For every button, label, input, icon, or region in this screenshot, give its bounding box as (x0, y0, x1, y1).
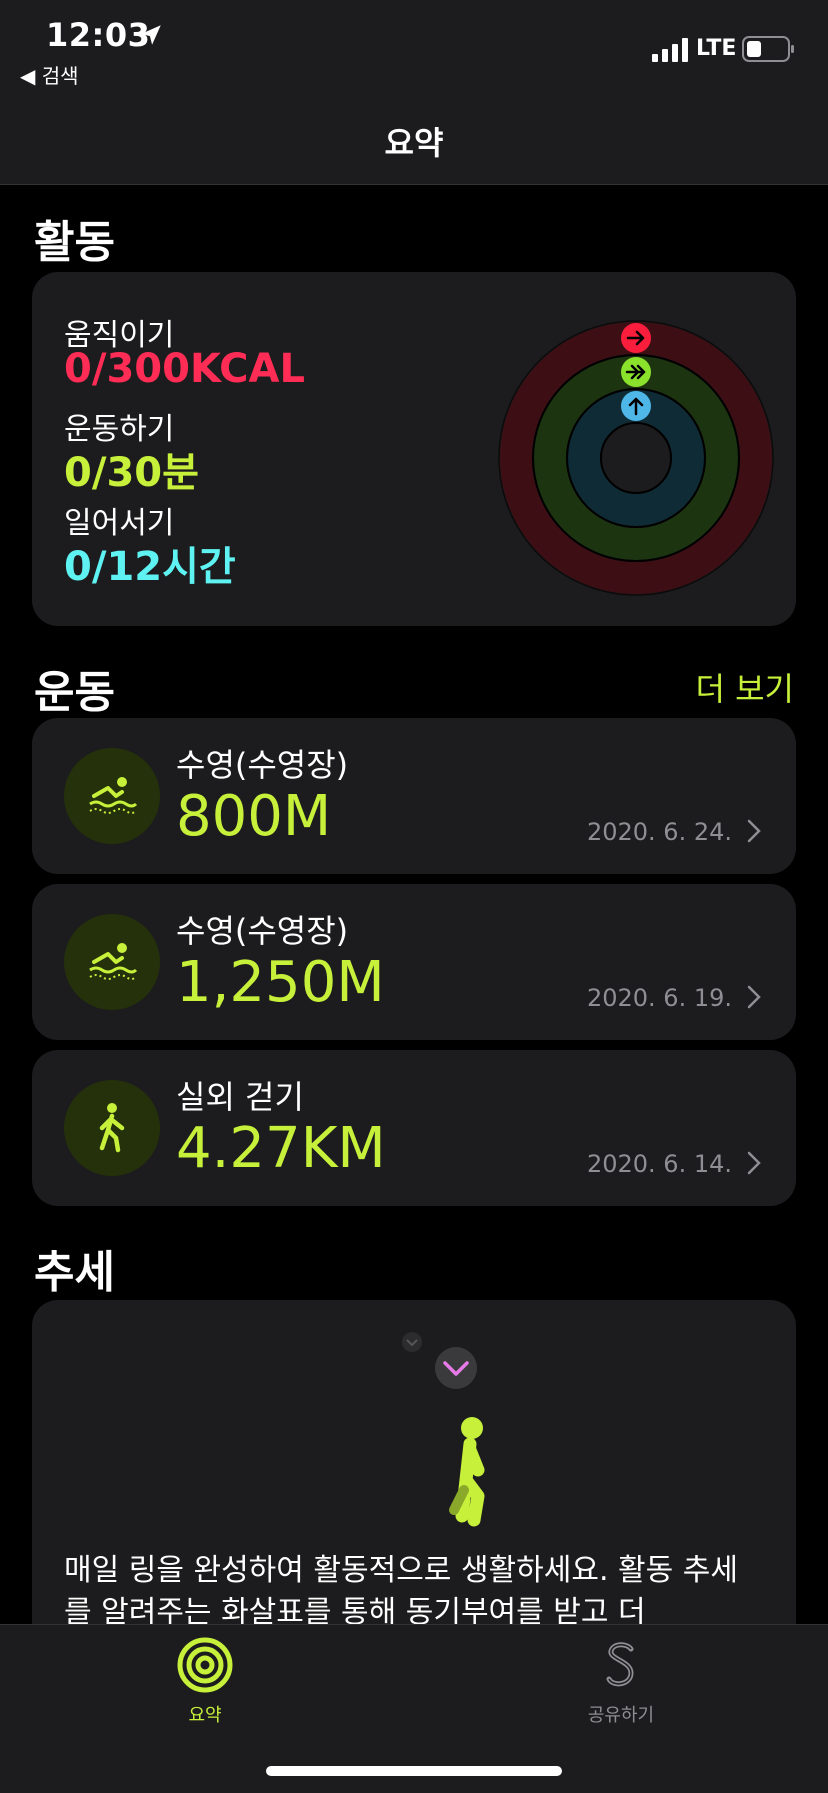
workout-row[interactable]: 수영(수영장) 1,250M 2020. 6. 19. (32, 884, 796, 1040)
activity-rings-card[interactable]: 움직이기 0/300KCAL 운동하기 0/30분 일어서기 0/12시간 (32, 272, 796, 626)
status-time: 12:03 (46, 16, 151, 54)
tab-sharing[interactable]: 공유하기 (566, 1635, 676, 1727)
workout-value: 1,250M (176, 950, 385, 1015)
workout-date: 2020. 6. 19. (586, 984, 732, 1012)
navigation-bar: 요약 (0, 90, 828, 185)
swimming-icon (64, 914, 160, 1010)
trends-section-title: 추세 (34, 1247, 115, 1298)
exercise-value: 0/30분 (64, 450, 199, 496)
walking-icon (64, 1080, 160, 1176)
tab-summary[interactable]: 요약 (150, 1635, 260, 1727)
workout-row[interactable]: 실외 걷기 4.27KM 2020. 6. 14. (32, 1050, 796, 1206)
network-type: LTE (696, 36, 737, 61)
status-bar: 12:03 ◀ 검색 LTE (0, 0, 828, 90)
activity-rings (498, 320, 774, 596)
page-title: 요약 (384, 124, 444, 162)
cellular-signal-icon (652, 38, 688, 62)
workout-date: 2020. 6. 24. (586, 818, 732, 846)
workout-row[interactable]: 수영(수영장) 800M 2020. 6. 24. (32, 718, 796, 874)
sharing-s-icon (606, 1642, 634, 1687)
stand-ring-arrow-icon (621, 391, 651, 421)
workout-name: 실외 걷기 (176, 1078, 304, 1116)
activity-section-title: 활동 (34, 217, 115, 268)
show-more-link[interactable]: 더 보기 (696, 664, 795, 710)
battery-icon (742, 36, 794, 62)
workout-value: 4.27KM (176, 1116, 386, 1181)
activity-rings-tab-icon (177, 1637, 233, 1693)
exercise-ring-arrow-icon (621, 357, 651, 387)
workout-value: 800M (176, 784, 332, 849)
walking-figure-icon (449, 1417, 485, 1527)
stand-value: 0/12시간 (64, 544, 236, 590)
chevron-down-icon (435, 1347, 477, 1389)
small-chevron-down-icon (402, 1332, 422, 1352)
chevron-right-icon (747, 819, 761, 843)
trends-card[interactable]: 매일 링을 완성하여 활동적으로 생활하세요. 활동 추세를 알려주는 화살표를… (32, 1300, 796, 1640)
chevron-right-icon (747, 985, 761, 1009)
trends-description: 매일 링을 완성하여 활동적으로 생활하세요. 활동 추세를 알려주는 화살표를… (64, 1553, 738, 1630)
swimming-icon (64, 748, 160, 844)
trend-illustration (402, 1332, 485, 1527)
home-indicator[interactable] (266, 1766, 562, 1776)
chevron-right-icon (747, 1151, 761, 1175)
location-arrow-icon (141, 25, 161, 45)
workouts-section-title: 운동 (34, 667, 115, 718)
move-value: 0/300KCAL (64, 346, 305, 392)
workout-name: 수영(수영장) (176, 912, 349, 950)
tab-sharing-label: 공유하기 (587, 1705, 655, 1726)
tab-summary-label: 요약 (188, 1705, 222, 1726)
back-to-search-link[interactable]: ◀ 검색 (20, 60, 79, 89)
workout-name: 수영(수영장) (176, 746, 349, 784)
move-ring-arrow-icon (621, 323, 651, 353)
workout-date: 2020. 6. 14. (586, 1150, 732, 1178)
